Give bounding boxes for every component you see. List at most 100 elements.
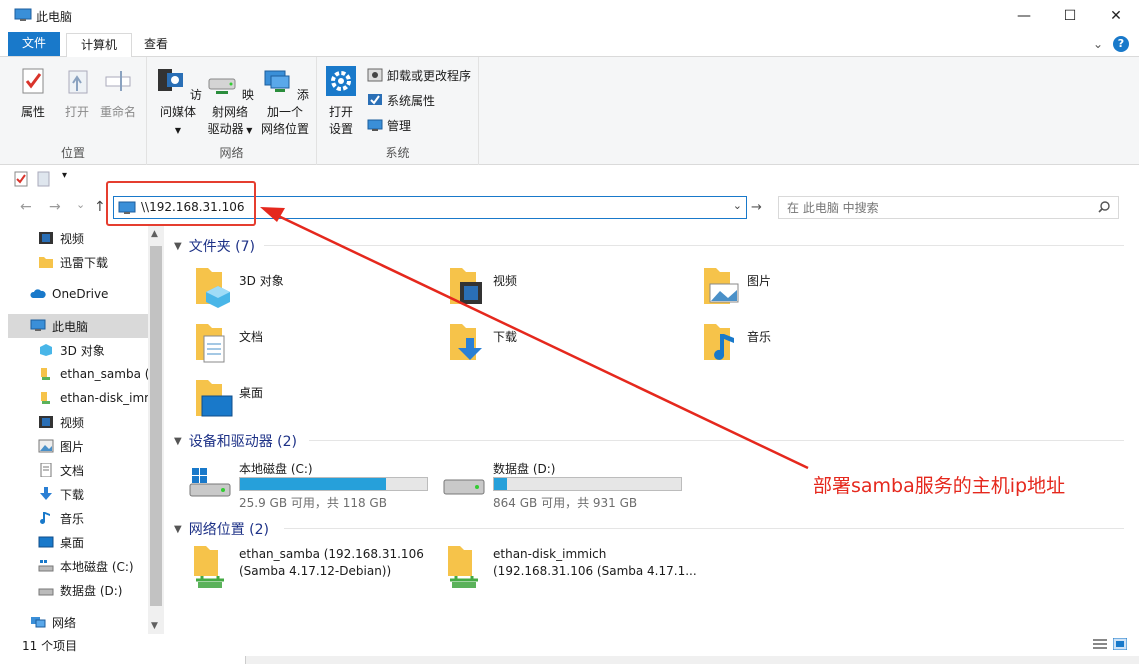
network-folder-icon [41,368,50,380]
properties-icon [22,68,44,94]
tab-computer[interactable]: 计算机 [66,33,133,58]
nav-item-pictures[interactable]: 图片 [38,434,148,458]
drive-d[interactable]: 数据盘 (D:) 864 GB 可用，共 931 GB [442,458,692,510]
folder-videos[interactable]: 视频 [418,264,658,314]
annotation-text: 部署samba服务的主机ip地址 [813,475,1066,497]
ribbon-tabs: 文件 计算机 查看 ⌄ ? [0,31,1139,58]
nav-item-ethan-samba[interactable]: ethan_samba (\ [38,362,148,386]
minimize-button[interactable]: — [1001,0,1047,31]
map-drive-button[interactable]: 映射网络 驱动器 ▼ [203,65,257,139]
network-location-ethan-samba[interactable]: ethan_samba (192.168.31.106 (Samba 4.17.1… [188,544,448,594]
nav-item-3d-objects[interactable]: 3D 对象 [38,338,148,362]
nav-item-desktop[interactable]: 桌面 [38,530,148,554]
desktop-icon [38,536,54,548]
picture-icon [38,439,54,453]
folder-downloads[interactable]: 下载 [418,320,658,370]
open-icon [68,70,88,94]
up-button[interactable]: ↑ [94,199,106,215]
go-button[interactable]: → [751,200,762,215]
add-location-label-2: 网络位置 [260,122,309,136]
close-button[interactable]: ✕ [1093,0,1139,31]
nav-item-videos[interactable]: 视频 [38,226,148,250]
access-media-button[interactable]: 访问媒体 ▼ [151,65,205,139]
documents-folder-icon [196,324,225,363]
drive-usage-fill [240,478,386,490]
recent-locations-button[interactable]: ⌄ [76,198,85,211]
rename-button[interactable]: 重命名 [98,65,138,121]
nav-item-onedrive[interactable]: OneDrive [30,282,148,306]
manage-button[interactable]: 管理 [367,115,411,135]
drive-c[interactable]: 本地磁盘 (C:) 25.9 GB 可用，共 118 GB [188,458,438,510]
rename-label: 重命名 [99,105,136,119]
section-header-folders[interactable]: ▼ 文件夹 (7) [174,236,255,256]
nav-item-music[interactable]: 音乐 [38,506,148,530]
search-icon [1098,201,1110,213]
network-folder-icon [41,392,50,404]
nav-scrollbar[interactable]: ▲ ▼ [148,226,164,634]
section-divider [309,440,1124,441]
nav-item-network[interactable]: 网络 [30,610,148,634]
nav-item-ethan-disk-immich[interactable]: ethan-disk_imm [38,386,148,410]
scroll-up-icon[interactable]: ▲ [151,229,158,239]
uninstall-program-button[interactable]: 卸载或更改程序 [367,65,471,85]
drive-free-space: 25.9 GB 可用，共 118 GB [239,496,387,510]
back-button[interactable]: ← [20,199,32,215]
folder-name: 桌面 [239,386,264,400]
folder-3d-objects[interactable]: 3D 对象 [164,264,404,314]
system-properties-button[interactable]: 系统属性 [367,90,435,110]
video-icon [39,416,53,428]
open-settings-button[interactable]: 打开 设置 [323,65,359,138]
nav-item-this-pc[interactable]: 此电脑 [8,314,148,338]
folder-name: 视频 [493,274,518,288]
network-location-name: ethan-disk_immich (192.168.31.106 (Samba … [493,547,697,578]
large-icons-view-icon[interactable] [1113,638,1127,650]
folder-documents[interactable]: 文档 [164,320,404,370]
ribbon-group-system: 打开 设置 卸载或更改程序 系统属性 管理 系统 [317,57,479,165]
windows-drive-icon [189,468,231,497]
scroll-down-icon[interactable]: ▼ [151,621,158,631]
folder-music[interactable]: 音乐 [672,320,912,370]
videos-folder-icon [450,268,482,304]
add-network-icon [264,70,290,92]
group-label-network: 网络 [219,146,244,160]
section-header-devices[interactable]: ▼ 设备和驱动器 (2) [174,431,297,451]
maximize-button[interactable]: ☐ [1047,0,1093,31]
drive-icon [38,588,54,596]
add-network-location-button[interactable]: 添加一个 网络位置 [257,65,313,138]
properties-button[interactable]: 属性 [16,65,50,121]
music-icon [40,512,50,524]
network-icon [31,617,46,628]
section-header-network[interactable]: ▼ 网络位置 (2) [174,519,269,539]
nav-item-data-disk-d[interactable]: 数据盘 (D:) [38,578,148,602]
search-box[interactable] [778,196,1119,219]
tab-view[interactable]: 查看 [130,33,182,57]
network-location-name: ethan_samba (192.168.31.106 (Samba 4.17.1… [239,547,424,578]
network-location-ethan-disk-immich[interactable]: ethan-disk_immich (192.168.31.106 (Samba … [442,544,702,594]
address-dropdown-icon[interactable]: ⌄ [733,199,742,212]
new-folder-small-icon[interactable] [37,171,50,187]
tab-file[interactable]: 文件 [8,32,61,56]
search-input[interactable] [779,197,1089,218]
nav-item-thunder-download[interactable]: 迅雷下载 [38,250,148,274]
music-folder-icon [704,324,734,360]
system-properties-icon [368,94,382,105]
rename-icon [105,71,131,91]
properties-small-icon[interactable] [14,171,28,187]
open-button[interactable]: 打开 [60,65,94,121]
forward-button[interactable]: → [49,199,61,215]
scrollbar-thumb[interactable] [150,246,162,606]
window-bottom-edge [0,656,1139,664]
help-icon[interactable]: ? [1113,36,1129,52]
gear-icon [326,66,356,96]
nav-item-documents[interactable]: 文档 [38,458,148,482]
folder-desktop[interactable]: 桌面 [164,376,404,426]
ribbon-group-location: 属性 打开 重命名 位置 [0,57,147,165]
section-divider [284,528,1124,529]
ribbon-collapse-button[interactable]: ⌄ [1093,37,1103,51]
folder-pictures[interactable]: 图片 [672,264,912,314]
nav-item-videos-2[interactable]: 视频 [38,410,148,434]
customize-toolbar-icon[interactable]: ▾ [62,170,67,181]
nav-item-downloads[interactable]: 下载 [38,482,148,506]
details-view-icon[interactable] [1093,638,1107,650]
nav-item-local-disk-c[interactable]: 本地磁盘 (C:) [38,554,148,578]
